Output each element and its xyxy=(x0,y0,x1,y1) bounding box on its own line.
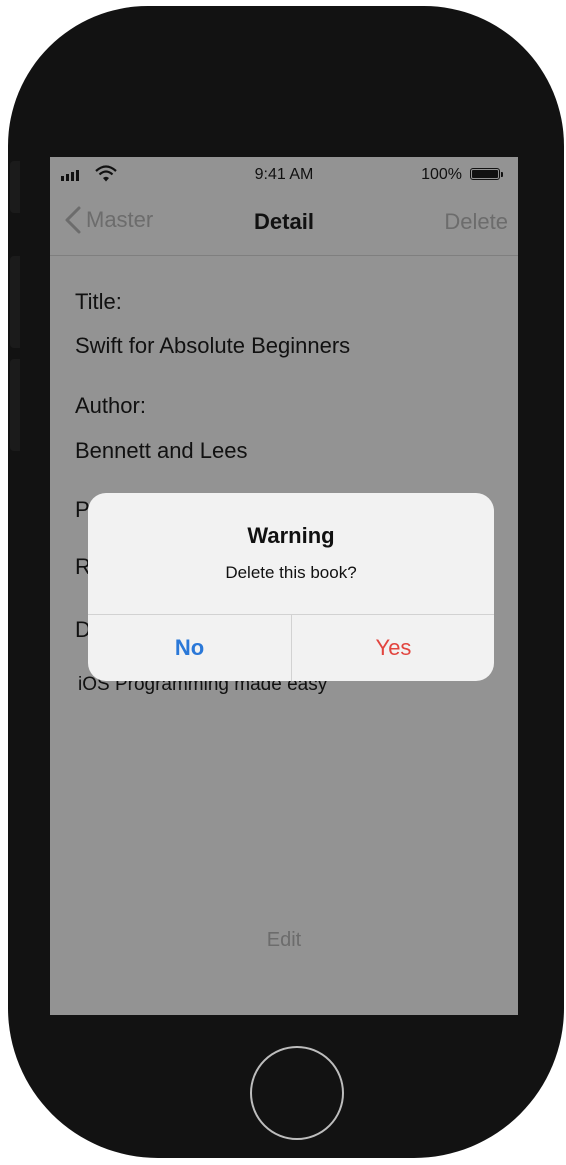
battery-icon xyxy=(470,168,503,180)
mute-switch xyxy=(10,161,20,213)
alert-title: Warning xyxy=(247,523,335,548)
delete-button[interactable]: Delete xyxy=(444,209,508,235)
home-button[interactable] xyxy=(250,1046,344,1140)
yes-button[interactable]: Yes xyxy=(292,615,494,681)
volume-down-button xyxy=(10,359,20,451)
title-label: Title: xyxy=(75,289,122,314)
alert-message: Delete this book? xyxy=(225,563,357,582)
battery-percentage: 100% xyxy=(421,166,462,183)
volume-up-button xyxy=(10,256,20,348)
edit-button[interactable]: Edit xyxy=(50,929,518,952)
author-label: Author: xyxy=(75,393,146,418)
navigation-bar: Master Detail Delete xyxy=(50,191,518,256)
author-value: Bennett and Lees xyxy=(75,438,248,463)
title-value: Swift for Absolute Beginners xyxy=(75,333,351,358)
status-bar: 9:41 AM 100% xyxy=(50,157,518,191)
no-button[interactable]: No xyxy=(88,615,291,681)
screen: 9:41 AM 100% Master Detail Delete Title:… xyxy=(50,157,518,1015)
alert-dialog: Warning Delete this book? No Yes xyxy=(88,493,494,681)
